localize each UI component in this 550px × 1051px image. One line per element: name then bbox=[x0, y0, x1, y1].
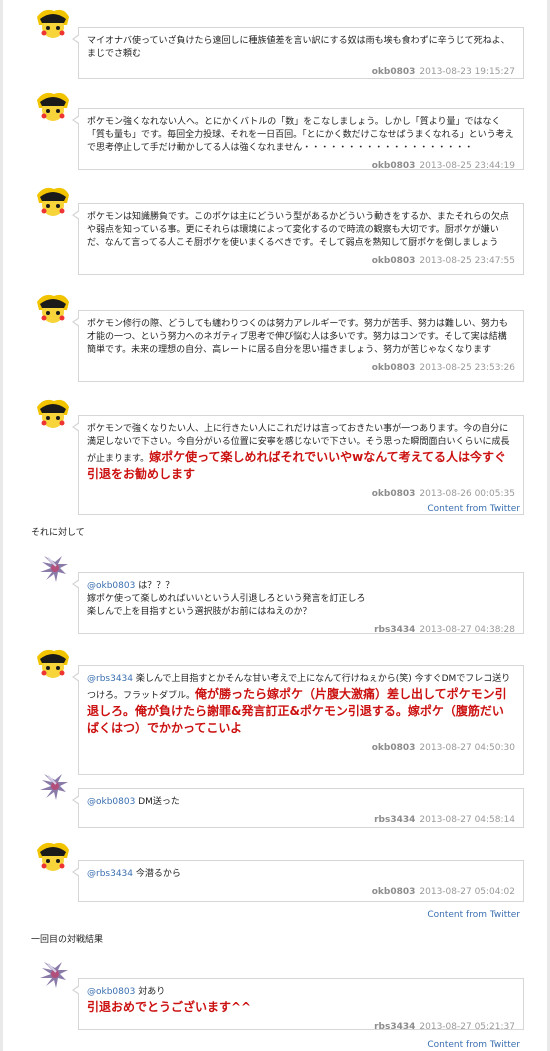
mention-link[interactable]: @rbs3434 bbox=[87, 674, 133, 684]
avatar-okb0803[interactable] bbox=[34, 290, 72, 328]
avatar-okb0803[interactable] bbox=[34, 645, 72, 683]
avatar-rbs3434[interactable] bbox=[34, 548, 72, 586]
avatar-rbs3434[interactable] bbox=[34, 954, 72, 992]
section-label-first-result: 一回目の対戦結果 bbox=[31, 935, 104, 945]
tweet-username[interactable]: rbs3434 bbox=[374, 815, 415, 825]
tweet-text: ポケモン修行の際、どうしても纏わりつくのは努力アレルギーです。努力が苦手、努力は… bbox=[87, 319, 508, 355]
tweet-card: ポケモンで強くなりたい人、上に行きたい人にこれだけは言っておきたい事が一つありま… bbox=[34, 395, 524, 515]
tweet-card: ポケモンは知識勝負です。このポケは主にどういう型があるかどういう動きをするか、ま… bbox=[34, 183, 524, 275]
tweet-card: ポケモン修行の際、どうしても纏わりつくのは努力アレルギーです。努力が苦手、努力は… bbox=[34, 290, 524, 382]
tweet-bubble: @okb0803 DM送った rbs3434 2013-08-27 04:58:1… bbox=[72, 788, 524, 828]
tweet-username[interactable]: okb0803 bbox=[372, 161, 416, 171]
tweet-timestamp[interactable]: 2013-08-25 23:53:26 bbox=[419, 363, 515, 373]
mention-link[interactable]: @okb0803 bbox=[87, 581, 135, 591]
tweet-text: マイオナバ使っていざ負けたら遠回しに種族値差を言い訳にする奴は雨も埃も食わずに辛… bbox=[87, 36, 510, 59]
mention-link[interactable]: @okb0803 bbox=[87, 987, 135, 997]
tweet-bubble: ポケモンで強くなりたい人、上に行きたい人にこれだけは言っておきたい事が一つありま… bbox=[72, 415, 524, 515]
tweet-username[interactable]: rbs3434 bbox=[374, 625, 415, 635]
tweet-timestamp[interactable]: 2013-08-27 05:21:37 bbox=[419, 1022, 515, 1032]
tweet-bubble: @rbs3434 今潜るから okb0803 2013-08-27 05:04:0… bbox=[72, 860, 524, 902]
tweet-username[interactable]: okb0803 bbox=[372, 67, 416, 77]
avatar-okb0803[interactable] bbox=[34, 395, 72, 433]
tweet-timestamp[interactable]: 2013-08-27 04:50:30 bbox=[419, 743, 515, 753]
tweet-card: ポケモン強くなれない人へ。とにかくバトルの「数」をこなしましょう。しかし「質より… bbox=[34, 88, 524, 171]
tweet-bubble: マイオナバ使っていざ負けたら遠回しに種族値差を言い訳にする奴は雨も埃も食わずに辛… bbox=[72, 27, 524, 79]
tweet-text: ポケモンは知識勝負です。このポケは主にどういう型があるかどういう動きをするか、ま… bbox=[87, 212, 509, 248]
tweet-timestamp[interactable]: 2013-08-26 00:05:35 bbox=[419, 489, 515, 499]
tweet-card: @okb0803 対あり引退おめでとうございます^^ rbs3434 2013-0… bbox=[34, 954, 524, 1032]
tweet-timestamp[interactable]: 2013-08-27 04:58:14 bbox=[419, 815, 515, 825]
tweet-bubble: ポケモンは知識勝負です。このポケは主にどういう型があるかどういう動きをするか、ま… bbox=[72, 203, 524, 275]
tweet-username[interactable]: okb0803 bbox=[372, 887, 416, 897]
tweet-username[interactable]: okb0803 bbox=[372, 363, 416, 373]
tweet-card: @rbs3434 今潜るから okb0803 2013-08-27 05:04:0… bbox=[34, 838, 524, 903]
avatar-okb0803[interactable] bbox=[34, 183, 72, 221]
avatar-rbs3434[interactable] bbox=[34, 766, 72, 804]
avatar-okb0803[interactable] bbox=[34, 838, 72, 876]
tweet-username[interactable]: okb0803 bbox=[372, 489, 416, 499]
tweet-bubble: ポケモン強くなれない人へ。とにかくバトルの「数」をこなしましょう。しかし「質より… bbox=[72, 108, 524, 171]
frame-border-left bbox=[0, 0, 3, 1051]
avatar-okb0803[interactable] bbox=[34, 5, 72, 43]
tweet-username[interactable]: rbs3434 bbox=[374, 1022, 415, 1032]
mention-link[interactable]: @okb0803 bbox=[87, 797, 135, 807]
tweet-card: @rbs3434 楽しんで上目指すとかそんな甘い考えで上になんて行けねぇから(笑… bbox=[34, 645, 524, 775]
tweet-timestamp[interactable]: 2013-08-23 19:15:27 bbox=[419, 67, 515, 77]
tweet-text: 今潜るから bbox=[133, 869, 181, 879]
tweet-timestamp[interactable]: 2013-08-25 23:47:55 bbox=[419, 256, 515, 266]
content-from-twitter-link[interactable]: Content from Twitter bbox=[427, 1040, 520, 1050]
tweet-card: @okb0803 は？？？ 嫁ポケ使って楽しめればいいという人引退しろという発言… bbox=[34, 548, 524, 635]
content-from-twitter-link[interactable]: Content from Twitter bbox=[427, 910, 520, 920]
tweet-text: 対あり bbox=[135, 987, 166, 997]
tweet-card: マイオナバ使っていざ負けたら遠回しに種族値差を言い訳にする奴は雨も埃も食わずに辛… bbox=[34, 5, 524, 79]
avatar-okb0803[interactable] bbox=[34, 88, 72, 126]
tweet-text-highlight: 嫁ポケ使って楽しめればそれでいいやwなんて考えてる人は今すぐ引退をお勧めします bbox=[87, 450, 507, 481]
tweet-bubble: @rbs3434 楽しんで上目指すとかそんな甘い考えで上になんて行けねぇから(笑… bbox=[72, 665, 524, 775]
tweet-username[interactable]: okb0803 bbox=[372, 256, 416, 266]
section-label-response: それに対して bbox=[31, 528, 85, 538]
tweet-bubble: @okb0803 対あり引退おめでとうございます^^ rbs3434 2013-0… bbox=[72, 978, 524, 1032]
tweet-bubble: @okb0803 は？？？ 嫁ポケ使って楽しめればいいという人引退しろという発言… bbox=[72, 572, 524, 635]
tweet-username[interactable]: okb0803 bbox=[372, 743, 416, 753]
tweet-card: @okb0803 DM送った rbs3434 2013-08-27 04:58:1… bbox=[34, 766, 524, 828]
tweet-text-highlight: 引退おめでとうございます^^ bbox=[87, 1000, 252, 1014]
tweet-text: ポケモン強くなれない人へ。とにかくバトルの「数」をこなしましょう。しかし「質より… bbox=[87, 117, 514, 153]
tweet-timestamp[interactable]: 2013-08-25 23:44:19 bbox=[419, 161, 515, 171]
tweet-timestamp[interactable]: 2013-08-27 05:04:02 bbox=[419, 887, 515, 897]
tweet-text: DM送った bbox=[135, 797, 180, 807]
mention-link[interactable]: @rbs3434 bbox=[87, 869, 133, 879]
tweet-timestamp[interactable]: 2013-08-27 04:38:28 bbox=[419, 625, 515, 635]
tweet-bubble: ポケモン修行の際、どうしても纏わりつくのは努力アレルギーです。努力が苦手、努力は… bbox=[72, 310, 524, 382]
content-from-twitter-link[interactable]: Content from Twitter bbox=[427, 504, 520, 514]
